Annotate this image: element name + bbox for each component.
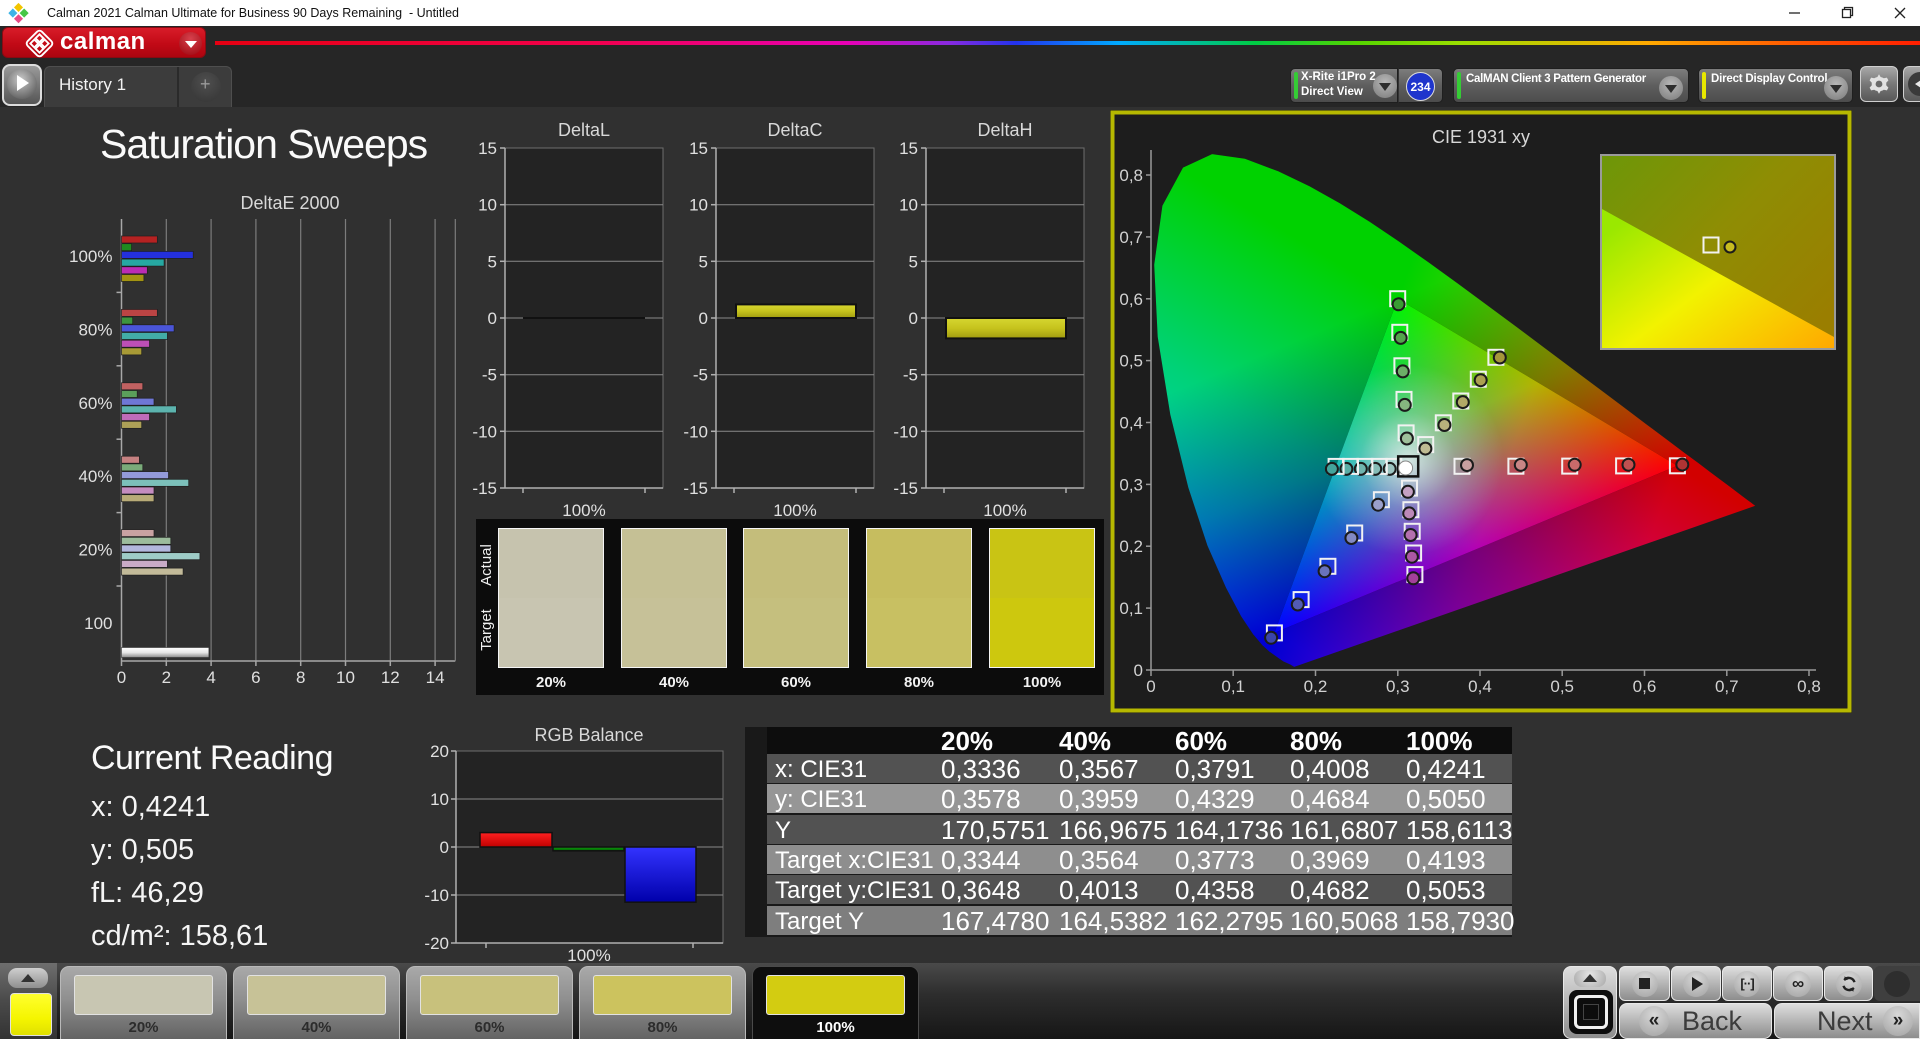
svg-text:10: 10: [430, 790, 449, 809]
svg-text:CIE 1931 xy: CIE 1931 xy: [1432, 127, 1530, 147]
svg-text:0,2: 0,2: [1119, 537, 1143, 556]
svg-text:0,1: 0,1: [1119, 599, 1143, 618]
svg-text:DeltaL: DeltaL: [558, 120, 610, 140]
svg-text:-10: -10: [683, 422, 708, 441]
svg-text:0: 0: [1146, 677, 1155, 696]
svg-text:40%: 40%: [78, 467, 112, 486]
svg-text:15: 15: [478, 139, 497, 158]
svg-text:10: 10: [478, 196, 497, 215]
svg-text:0: 0: [1134, 661, 1143, 680]
svg-text:2: 2: [162, 668, 171, 687]
svg-text:-5: -5: [903, 366, 918, 385]
svg-text:0,2: 0,2: [1304, 677, 1328, 696]
svg-text:80%: 80%: [78, 320, 112, 339]
svg-text:0: 0: [117, 668, 126, 687]
svg-text:6: 6: [251, 668, 260, 687]
svg-text:0: 0: [909, 309, 918, 328]
svg-text:-10: -10: [893, 422, 918, 441]
svg-text:0,7: 0,7: [1119, 228, 1143, 247]
svg-text:100%: 100%: [562, 501, 605, 520]
svg-text:14: 14: [426, 668, 445, 687]
svg-text:0,3: 0,3: [1119, 475, 1143, 494]
svg-text:0,3: 0,3: [1386, 677, 1410, 696]
svg-text:-5: -5: [482, 366, 497, 385]
svg-text:5: 5: [909, 252, 918, 271]
svg-text:10: 10: [899, 196, 918, 215]
svg-text:-15: -15: [472, 479, 497, 498]
svg-text:0: 0: [699, 309, 708, 328]
svg-text:-15: -15: [683, 479, 708, 498]
svg-text:100%: 100%: [69, 247, 112, 266]
svg-text:15: 15: [689, 139, 708, 158]
svg-text:0,7: 0,7: [1715, 677, 1739, 696]
svg-text:RGB Balance: RGB Balance: [534, 725, 643, 745]
svg-text:0,4: 0,4: [1119, 414, 1143, 433]
svg-text:0: 0: [440, 838, 449, 857]
svg-text:0,4: 0,4: [1468, 677, 1492, 696]
svg-text:0,5: 0,5: [1119, 352, 1143, 371]
svg-text:DeltaE 2000: DeltaE 2000: [240, 195, 339, 213]
svg-text:DeltaC: DeltaC: [767, 120, 822, 140]
svg-text:0,1: 0,1: [1221, 677, 1245, 696]
svg-text:0,6: 0,6: [1633, 677, 1657, 696]
svg-text:-20: -20: [424, 934, 449, 953]
svg-text:-10: -10: [424, 886, 449, 905]
svg-text:10: 10: [689, 196, 708, 215]
svg-text:DeltaH: DeltaH: [977, 120, 1032, 140]
svg-text:10: 10: [336, 668, 355, 687]
svg-text:0,8: 0,8: [1797, 677, 1821, 696]
svg-text:-5: -5: [693, 366, 708, 385]
svg-text:8: 8: [296, 668, 305, 687]
svg-text:5: 5: [488, 252, 497, 271]
svg-text:5: 5: [699, 252, 708, 271]
svg-text:0,5: 0,5: [1550, 677, 1574, 696]
svg-text:20: 20: [430, 742, 449, 761]
svg-text:0,8: 0,8: [1119, 166, 1143, 185]
svg-text:0: 0: [488, 309, 497, 328]
svg-text:12: 12: [381, 668, 400, 687]
svg-text:-10: -10: [472, 422, 497, 441]
svg-text:100: 100: [84, 614, 112, 633]
svg-text:0,6: 0,6: [1119, 290, 1143, 309]
svg-text:100%: 100%: [983, 501, 1026, 520]
svg-text:60%: 60%: [78, 394, 112, 413]
svg-text:100%: 100%: [773, 501, 816, 520]
svg-text:15: 15: [899, 139, 918, 158]
svg-text:4: 4: [206, 668, 215, 687]
svg-text:20%: 20%: [78, 541, 112, 560]
svg-text:-15: -15: [893, 479, 918, 498]
